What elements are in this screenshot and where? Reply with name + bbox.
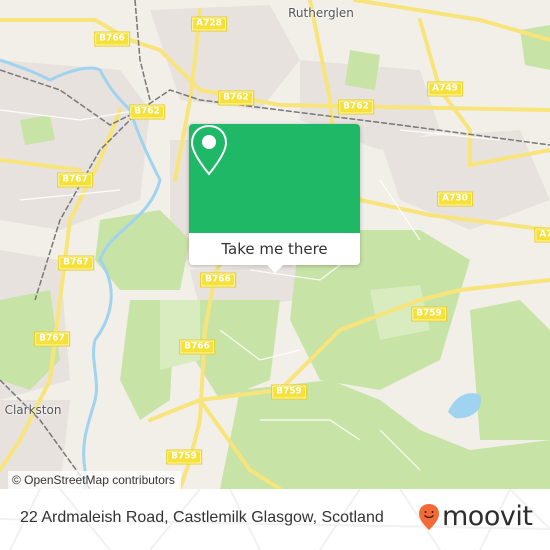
loch: [448, 393, 481, 419]
road-label-b759: B759: [411, 306, 447, 322]
map-pin-icon: [190, 124, 228, 176]
popup-header: [189, 124, 360, 233]
address-text: 22 Ardmaleish Road, Castlemilk Glasgow, …: [20, 509, 384, 526]
road-label-b766: B766: [179, 339, 215, 355]
map-attribution[interactable]: © OpenStreetMap contributors: [8, 471, 181, 489]
take-me-there-button[interactable]: Take me there: [189, 233, 360, 265]
road-label-b759: B759: [166, 449, 202, 465]
road-label-a730: A730: [437, 191, 473, 207]
road-label-b766: B766: [94, 31, 130, 47]
road-label-a7: A7: [534, 227, 550, 243]
road-label-b762: B762: [129, 104, 165, 120]
map-view[interactable]: B766 A728 B762 B762 B762 A749 B767 A730 …: [0, 0, 550, 489]
road-label-a749: A749: [427, 81, 463, 97]
footer-bar: 22 Ardmaleish Road, Castlemilk Glasgow, …: [0, 489, 550, 550]
road-label-b767: B767: [57, 172, 93, 188]
moovit-logo[interactable]: moovit: [418, 501, 533, 532]
location-popup: Take me there: [189, 124, 360, 273]
road-label-b759: B759: [271, 384, 307, 400]
place-label-rutherglen: Rutherglen: [288, 6, 354, 20]
place-label-clarkston: Clarkston: [4, 403, 62, 417]
moovit-wordmark: moovit: [442, 501, 533, 532]
moovit-smiley-pin-icon: [419, 504, 439, 530]
popup-pointer: [267, 265, 283, 273]
road-label-b762: B762: [218, 90, 254, 106]
road-label-b762: B762: [338, 99, 374, 115]
road-label-b767: B767: [34, 331, 70, 347]
road-label-b766: B766: [200, 272, 236, 288]
road-label-a728: A728: [191, 16, 227, 32]
road-label-b767: B767: [58, 255, 94, 271]
